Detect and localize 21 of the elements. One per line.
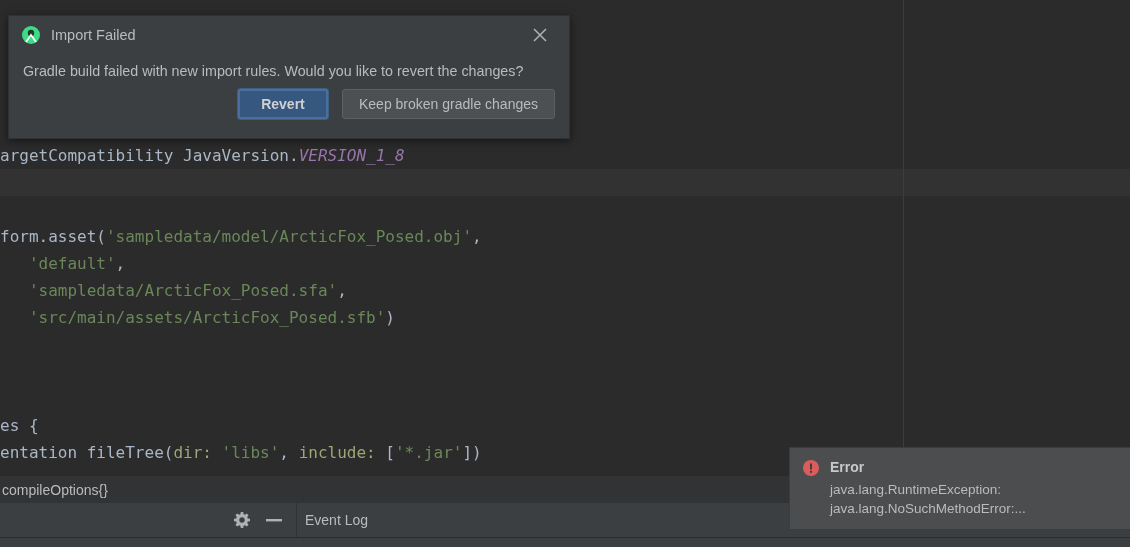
code-line: entation fileTree(dir: 'libs', include: ['*.jar']) [0, 443, 482, 462]
code-line: 'default', [27, 254, 126, 273]
code-line: 'sampledata/ArcticFox_Posed.sfa', [27, 281, 347, 300]
dialog-title: Import Failed [51, 27, 137, 43]
notification-text: java.lang.NoSuchMethodError:... [830, 500, 1026, 518]
settings-icon[interactable] [234, 512, 250, 528]
minimize-icon[interactable] [266, 518, 282, 522]
default-button[interactable]: Revert [237, 89, 328, 119]
breadcrumb[interactable]: compileOptions{} [0, 482, 108, 498]
notification-text: java.lang.RuntimeException: [830, 481, 1003, 499]
android-head-icon [21, 25, 41, 45]
tool-window-title: Event Log [304, 512, 369, 528]
error-icon [803, 460, 819, 476]
code-line: 'src/main/assets/ArcticFox_Posed.sfb') [27, 308, 395, 327]
code-line: es { [0, 416, 39, 435]
code-line: argetCompatibility JavaVersion.VERSION_1_8 [0, 146, 405, 165]
dialog-message: Gradle build failed with new import rules. Would you like to revert the changes? [23, 63, 525, 79]
dialog-button[interactable]: Keep broken gradle changes [341, 89, 555, 119]
close-icon[interactable] [533, 28, 547, 42]
code-line: form.asset('sampledata/model/ArcticFox_Posed.obj', [0, 227, 482, 246]
notification-title: Error [830, 459, 866, 475]
